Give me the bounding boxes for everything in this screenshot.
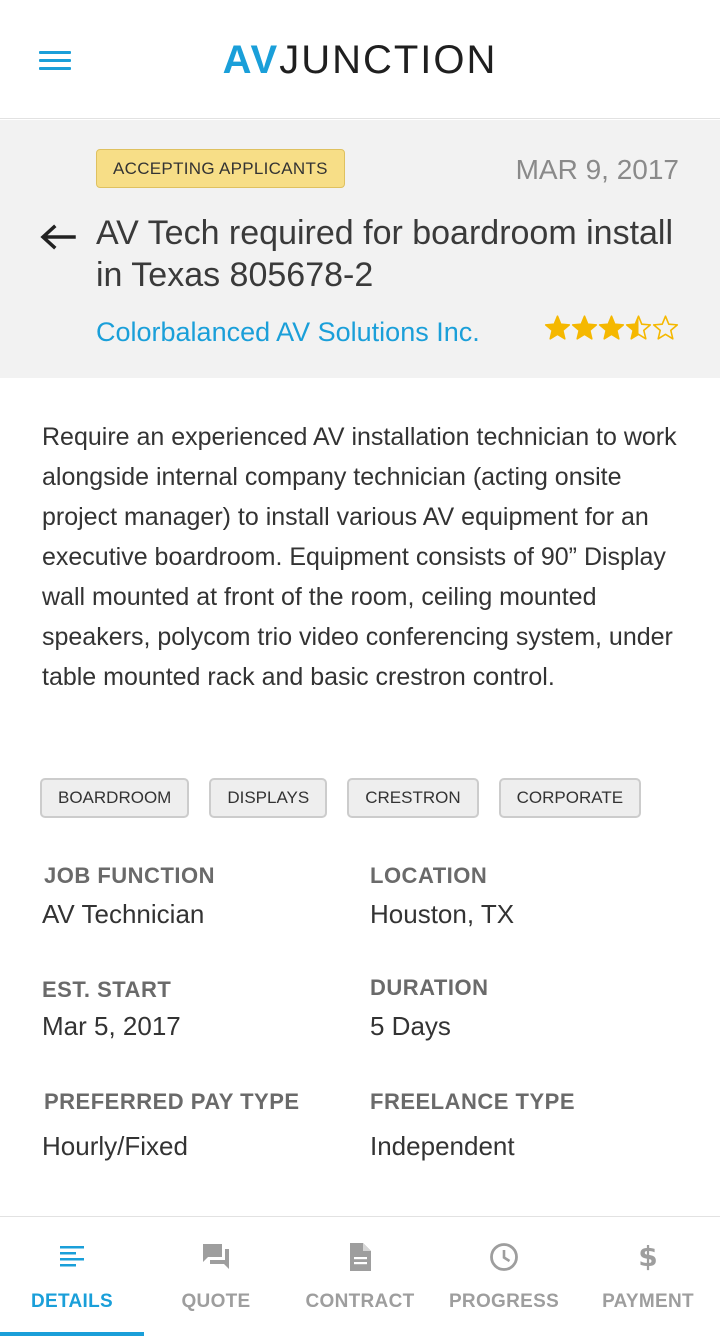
bottom-navigation: DETAILS QUOTE CONTRACT PROGRESS $ PAYMEN… — [0, 1216, 720, 1336]
pay-type-value: Hourly/Fixed — [42, 1131, 188, 1161]
logo-junction: JUNCTION — [279, 38, 498, 82]
tab-payment[interactable]: $ PAYMENT — [576, 1217, 720, 1336]
job-function-value: AV Technician — [42, 899, 205, 929]
tab-progress[interactable]: PROGRESS — [432, 1217, 576, 1336]
star-empty-icon — [652, 315, 679, 340]
company-rating — [544, 314, 679, 344]
logo-av: AV — [222, 38, 280, 82]
clock-icon — [432, 1241, 576, 1273]
job-header: ACCEPTING APPLICANTS MAR 9, 2017 AV Tech… — [0, 120, 720, 378]
tab-contract-label: CONTRACT — [305, 1291, 415, 1312]
tag-list: BOARDROOM DISPLAYS CRESTRON CORPORATE — [40, 778, 661, 818]
star-full-icon — [598, 315, 625, 340]
est-start-label: EST. START — [42, 977, 172, 1002]
tab-quote-label: QUOTE — [181, 1291, 251, 1312]
company-link[interactable]: Colorbalanced AV Solutions Inc. — [96, 316, 480, 348]
top-app-bar: AVJUNCTION — [0, 0, 720, 119]
details-icon — [0, 1241, 144, 1273]
location-value: Houston, TX — [370, 899, 515, 929]
est-start-value: Mar 5, 2017 — [42, 1011, 181, 1041]
job-title: AV Tech required for boardroom install i… — [96, 214, 674, 294]
tab-quote[interactable]: QUOTE — [144, 1217, 288, 1336]
status-badge: ACCEPTING APPLICANTS — [96, 149, 345, 188]
tab-contract[interactable]: CONTRACT — [288, 1217, 432, 1336]
tab-payment-label: PAYMENT — [602, 1291, 694, 1312]
posted-date: MAR 9, 2017 — [515, 154, 679, 185]
tab-details-label: DETAILS — [31, 1291, 113, 1312]
tag-corporate[interactable]: CORPORATE — [498, 778, 642, 818]
tag-boardroom[interactable]: BOARDROOM — [40, 778, 190, 818]
freelance-type-value: Independent — [370, 1131, 515, 1161]
app-logo[interactable]: AVJUNCTION — [0, 36, 720, 84]
chat-icon — [144, 1241, 288, 1273]
tag-displays[interactable]: DISPLAYS — [209, 778, 328, 818]
tab-details[interactable]: DETAILS — [0, 1217, 144, 1336]
duration-value: 5 Days — [370, 1011, 451, 1041]
star-full-icon — [544, 315, 571, 340]
star-half-icon — [625, 315, 652, 340]
tag-crestron[interactable]: CRESTRON — [347, 778, 479, 818]
document-icon — [288, 1241, 432, 1273]
job-description: Require an experienced AV installation t… — [42, 423, 677, 691]
duration-label: DURATION — [370, 975, 489, 1000]
freelance-type-label: FREELANCE TYPE — [370, 1089, 576, 1114]
dollar-icon: $ — [638, 1240, 658, 1273]
star-full-icon — [571, 315, 598, 340]
location-label: LOCATION — [370, 863, 488, 888]
job-function-label: JOB FUNCTION — [44, 863, 215, 888]
back-arrow-icon[interactable] — [38, 219, 78, 255]
pay-type-label: PREFERRED PAY TYPE — [44, 1089, 300, 1114]
tab-progress-label: PROGRESS — [448, 1291, 560, 1312]
